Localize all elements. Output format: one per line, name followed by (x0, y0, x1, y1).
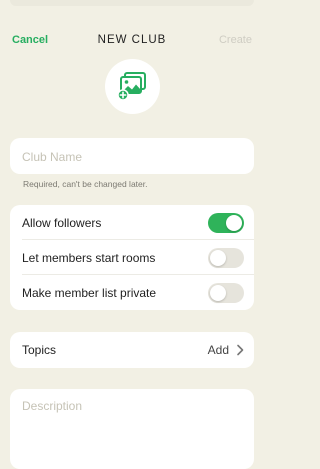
allow-followers-toggle[interactable] (208, 213, 244, 233)
header: Cancel NEW CLUB Create (0, 24, 264, 58)
club-name-hint: Required, can't be changed later. (23, 179, 148, 189)
topics-add-link[interactable]: Add (208, 343, 229, 357)
topics-row[interactable]: Topics Add (10, 332, 254, 368)
private-member-list-toggle[interactable] (208, 283, 244, 303)
club-name-input[interactable] (22, 148, 242, 166)
setting-label: Allow followers (22, 216, 102, 230)
create-button[interactable]: Create (219, 34, 252, 46)
setting-label: Make member list private (22, 286, 157, 300)
setting-row-members-start-rooms: Let members start rooms (10, 240, 254, 275)
setting-row-allow-followers: Allow followers (10, 205, 254, 240)
club-photo-picker[interactable] (105, 59, 160, 114)
toggle-knob (210, 285, 226, 301)
members-start-rooms-toggle[interactable] (208, 248, 244, 268)
chevron-right-icon (237, 344, 244, 356)
topics-label: Topics (22, 343, 57, 357)
description-card (10, 389, 254, 469)
toggle-knob (210, 250, 226, 266)
club-name-card (10, 138, 254, 174)
sheet-edge (10, 0, 254, 6)
description-input[interactable] (22, 399, 242, 449)
add-image-icon (117, 72, 146, 101)
setting-row-private-member-list: Make member list private (10, 275, 254, 310)
settings-card: Allow followers Let members start rooms … (10, 205, 254, 310)
toggle-knob (226, 215, 242, 231)
setting-label: Let members start rooms (22, 251, 156, 265)
